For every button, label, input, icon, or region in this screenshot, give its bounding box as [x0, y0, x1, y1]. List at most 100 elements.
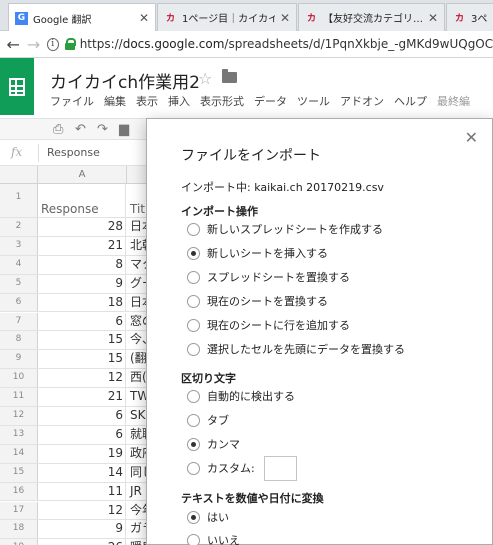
tab-kaikai-page3[interactable]: カ 3ペー: [446, 3, 493, 31]
cell-a[interactable]: 6: [38, 407, 126, 425]
radio-button[interactable]: [187, 342, 200, 356]
cell-a[interactable]: 9: [38, 520, 126, 539]
cell-a[interactable]: 21: [38, 388, 126, 406]
document-title[interactable]: カイカイch作業用2: [50, 68, 200, 93]
lock-icon[interactable]: [64, 38, 76, 50]
menu-edit[interactable]: 編集: [104, 93, 126, 109]
radio-button[interactable]: [187, 246, 200, 260]
radio-button[interactable]: [187, 270, 200, 284]
row-number[interactable]: 4: [0, 255, 38, 274]
import-action-option[interactable]: 選択したセルを先頭にデータを置換する: [187, 341, 405, 357]
tab-kaikai-category[interactable]: カ 【友好交流カテゴリ… ✕: [298, 3, 445, 31]
cell-a[interactable]: Response: [38, 184, 126, 217]
tab-kaikai-page1[interactable]: カ 1ページ目｜カイカイ… ✕: [157, 3, 297, 31]
cell-a[interactable]: 15: [38, 350, 126, 369]
convert-option[interactable]: はい: [187, 509, 229, 525]
menu-file[interactable]: ファイル: [50, 93, 94, 109]
forward-arrow-icon[interactable]: →: [26, 35, 40, 54]
separator-option[interactable]: タブ: [187, 412, 229, 428]
row-number[interactable]: 3: [0, 236, 38, 255]
row-number[interactable]: 7: [0, 312, 38, 331]
sheets-logo-icon[interactable]: [0, 58, 34, 115]
close-tab-icon[interactable]: ✕: [428, 11, 438, 25]
cell-a[interactable]: 21: [38, 236, 126, 255]
row-number[interactable]: 12: [0, 407, 38, 425]
row-number[interactable]: 17: [0, 501, 38, 520]
cell-a[interactable]: 26: [38, 539, 126, 545]
row-number[interactable]: 14: [0, 444, 38, 463]
custom-separator-input[interactable]: [263, 455, 297, 481]
last-edit-link[interactable]: 最終編: [437, 93, 470, 109]
import-action-option[interactable]: 現在のシートに行を追加する: [187, 317, 350, 333]
radio-button[interactable]: [187, 510, 200, 524]
row-number[interactable]: 8: [0, 331, 38, 350]
radio-button[interactable]: [187, 389, 200, 403]
select-all-corner[interactable]: [0, 166, 38, 184]
folder-icon[interactable]: [222, 69, 237, 83]
print-icon[interactable]: ⎙: [53, 122, 63, 137]
tab-label: 【友好交流カテゴリ…: [323, 14, 423, 25]
close-tab-icon[interactable]: ✕: [280, 11, 290, 25]
undo-icon[interactable]: ↶: [75, 122, 86, 137]
row-number[interactable]: 19: [0, 539, 38, 545]
cell-a[interactable]: 14: [38, 463, 126, 482]
cell-a[interactable]: 6: [38, 312, 126, 331]
row-number[interactable]: 10: [0, 369, 38, 388]
back-arrow-icon[interactable]: ←: [6, 35, 20, 54]
paint-format-icon[interactable]: ▆: [119, 122, 129, 137]
row-number[interactable]: 1: [0, 184, 38, 217]
radio-button[interactable]: [187, 222, 200, 236]
radio-button[interactable]: [187, 318, 200, 332]
import-action-option[interactable]: 新しいシートを挿入する: [187, 245, 328, 261]
convert-option[interactable]: いいえ: [187, 532, 240, 545]
row-number[interactable]: 6: [0, 293, 38, 312]
cell-a[interactable]: 6: [38, 425, 126, 444]
row-number[interactable]: 16: [0, 482, 38, 501]
tab-google-translate[interactable]: G Google 翻訳 ✕: [8, 3, 156, 32]
separator-label: カスタム:: [207, 462, 255, 475]
menu-data[interactable]: データ: [254, 93, 287, 109]
close-tab-icon[interactable]: ✕: [139, 11, 149, 25]
star-icon[interactable]: ☆: [198, 69, 212, 88]
import-action-option[interactable]: スプレッドシートを置換する: [187, 269, 350, 285]
cell-a[interactable]: 19: [38, 444, 126, 463]
radio-button[interactable]: [187, 533, 200, 545]
radio-button[interactable]: [187, 413, 200, 427]
row-number[interactable]: 5: [0, 274, 38, 293]
url-field[interactable]: https://docs.google.com/spreadsheets/d/1…: [80, 37, 493, 51]
cell-a[interactable]: 18: [38, 293, 126, 312]
separator-option[interactable]: 自動的に検出する: [187, 388, 295, 404]
cell-a[interactable]: 28: [38, 218, 126, 236]
fx-icon: fx: [11, 145, 23, 159]
menu-insert[interactable]: 挿入: [168, 93, 190, 109]
row-number[interactable]: 9: [0, 350, 38, 369]
row-number[interactable]: 2: [0, 218, 38, 236]
separator-option[interactable]: カンマ: [187, 436, 240, 452]
redo-icon[interactable]: ↷: [97, 122, 108, 137]
menu-tools[interactable]: ツール: [297, 93, 330, 109]
separator-option[interactable]: カスタム:: [187, 455, 297, 481]
menu-help[interactable]: ヘルプ: [394, 93, 427, 109]
cell-a[interactable]: 11: [38, 482, 126, 501]
radio-button[interactable]: [187, 437, 200, 451]
menu-format[interactable]: 表示形式: [200, 93, 244, 109]
radio-button[interactable]: [187, 294, 200, 308]
cell-a[interactable]: 12: [38, 501, 126, 520]
import-action-option[interactable]: 現在のシートを置換する: [187, 293, 328, 309]
cell-a[interactable]: 12: [38, 369, 126, 388]
cell-a[interactable]: 15: [38, 331, 126, 350]
menu-addons[interactable]: アドオン: [340, 93, 384, 109]
column-header-a[interactable]: A: [38, 166, 127, 184]
formula-input[interactable]: Response: [47, 146, 100, 159]
import-action-option[interactable]: 新しいスプレッドシートを作成する: [187, 221, 383, 237]
row-number[interactable]: 13: [0, 425, 38, 444]
info-icon[interactable]: i: [46, 37, 59, 51]
close-icon[interactable]: ✕: [465, 128, 478, 147]
menu-view[interactable]: 表示: [136, 93, 158, 109]
row-number[interactable]: 18: [0, 520, 38, 539]
row-number[interactable]: 15: [0, 463, 38, 482]
cell-a[interactable]: 8: [38, 255, 126, 274]
row-number[interactable]: 11: [0, 388, 38, 406]
cell-a[interactable]: 9: [38, 274, 126, 293]
radio-button[interactable]: [187, 461, 200, 475]
